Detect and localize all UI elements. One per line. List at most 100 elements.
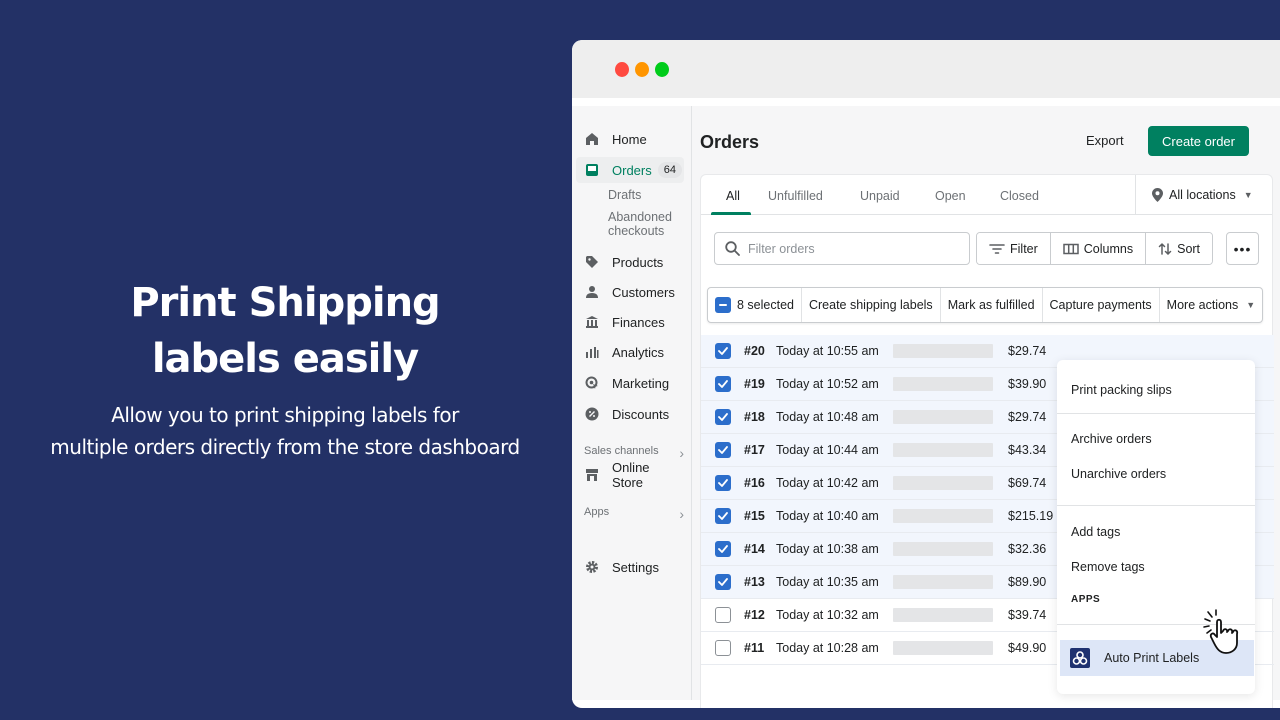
search-field[interactable] [714,232,970,265]
bar-chart-icon [584,344,600,360]
toolbar-button-group: Filter Columns Sort [976,232,1214,265]
row-checkbox[interactable] [715,607,731,623]
menu-item-archive-orders[interactable]: Archive orders [1071,432,1152,446]
redacted-customer [893,476,993,490]
order-number[interactable]: #19 [744,377,765,391]
maximize-window-button[interactable] [655,62,669,77]
target-icon [584,375,600,391]
order-number[interactable]: #15 [744,509,765,523]
more-actions-label: More actions [1166,298,1239,312]
order-date: Today at 10:48 am [776,410,879,424]
menu-item-unarchive-orders[interactable]: Unarchive orders [1071,467,1166,481]
order-number[interactable]: #12 [744,608,765,622]
sidebar-item-orders[interactable]: Orders 64 [576,157,684,183]
order-total: $215.19 [1008,509,1054,523]
row-checkbox[interactable] [715,541,731,557]
row-checkbox[interactable] [715,442,731,458]
create-order-button[interactable]: Create order [1148,126,1249,156]
minimize-window-button[interactable] [635,62,649,77]
filter-button[interactable]: Filter [977,233,1051,264]
active-tab-indicator [711,212,751,215]
menu-item-print-packing-slips[interactable]: Print packing slips [1071,383,1172,397]
bulk-actions-bar: 8 selected Create shipping labels Mark a… [707,287,1264,323]
checkmark-icon [718,446,728,454]
checkmark-icon [718,347,728,355]
sidebar-item-products[interactable]: Products [576,249,684,275]
sidebar-item-label: Finances [612,314,665,330]
app-logo-icon [1070,648,1090,668]
row-checkbox[interactable] [715,475,731,491]
tag-icon [584,254,600,270]
sidebar-item-online-store[interactable]: Online Store [576,460,684,490]
tab-open[interactable]: Open [935,189,966,203]
capture-payments-button[interactable]: Capture payments [1043,288,1160,322]
order-number[interactable]: #13 [744,575,765,589]
sidebar-item-home[interactable]: Home [576,126,684,152]
mark-as-fulfilled-button[interactable]: Mark as fulfilled [941,288,1043,322]
location-selector[interactable]: All locations ▼ [1135,175,1273,215]
hand-pointer-cursor-icon [1199,609,1259,660]
checkmark-icon [718,380,728,388]
search-input[interactable] [748,241,948,256]
section-label: Sales channels [584,445,659,457]
redacted-customer [893,542,993,556]
promo-subtitle: Allow you to print shipping labels for m… [30,399,540,463]
order-date: Today at 10:35 am [776,575,879,589]
promo-title: Print Shipping labels easily [30,275,540,387]
more-actions-button[interactable]: More actions ▼ [1160,288,1262,322]
export-button[interactable]: Export [1086,133,1124,148]
order-number[interactable]: #17 [744,443,765,457]
sidebar-item-finances[interactable]: Finances [576,309,684,335]
order-number[interactable]: #18 [744,410,765,424]
sidebar-subitem-drafts[interactable]: Drafts [608,188,641,202]
sort-button[interactable]: Sort [1146,233,1213,264]
chevron-right-icon: › [679,445,684,461]
order-date: Today at 10:28 am [776,641,879,655]
columns-icon [1063,243,1079,255]
apps-section[interactable]: Apps › [584,506,684,522]
order-number[interactable]: #20 [744,344,765,358]
row-checkbox[interactable] [715,574,731,590]
checkmark-icon [718,545,728,553]
row-checkbox[interactable] [715,343,731,359]
row-checkbox[interactable] [715,376,731,392]
tab-closed[interactable]: Closed [1000,189,1039,203]
deselect-all-button[interactable]: 8 selected [708,288,802,322]
create-shipping-labels-button[interactable]: Create shipping labels [802,288,941,322]
search-icon [725,241,740,256]
page-title: Orders [700,132,760,152]
columns-button[interactable]: Columns [1050,233,1147,264]
row-checkbox[interactable] [715,409,731,425]
tab-all[interactable]: All [726,189,740,203]
order-date: Today at 10:38 am [776,542,879,556]
store-icon [584,467,600,483]
sidebar-item-marketing[interactable]: Marketing [576,370,684,396]
order-number[interactable]: #14 [744,542,765,556]
order-date: Today at 10:44 am [776,443,879,457]
menu-item-label: Auto Print Labels [1104,651,1200,665]
sidebar-item-settings[interactable]: Settings [576,554,684,580]
checkmark-icon [718,512,728,520]
order-number[interactable]: #16 [744,476,765,490]
sidebar-item-label: Online Store [611,460,650,490]
sidebar-item-discounts[interactable]: Discounts [576,401,684,427]
redacted-customer [893,377,993,391]
order-number[interactable]: #11 [744,641,764,655]
filter-label: Filter [1010,241,1038,256]
row-checkbox[interactable] [715,640,731,656]
tab-unpaid[interactable]: Unpaid [860,189,900,203]
tab-unfulfilled[interactable]: Unfulfilled [768,189,823,203]
indeterminate-checkbox[interactable] [715,297,731,313]
row-checkbox[interactable] [715,508,731,524]
menu-item-add-tags[interactable]: Add tags [1071,525,1120,539]
sidebar-item-analytics[interactable]: Analytics [576,339,684,365]
orders-count-badge: 64 [657,162,682,178]
sidebar-item-label: Marketing [612,375,670,391]
menu-item-remove-tags[interactable]: Remove tags [1071,560,1145,574]
sidebar-item-customers[interactable]: Customers [576,279,684,305]
checkmark-icon [718,479,728,487]
sales-channels-section[interactable]: Sales channels › [584,445,684,461]
close-window-button[interactable] [615,62,629,77]
more-options-button[interactable]: ••• [1226,232,1259,265]
sidebar-subitem-abandoned-checkouts[interactable]: Abandoned checkouts [608,210,672,238]
